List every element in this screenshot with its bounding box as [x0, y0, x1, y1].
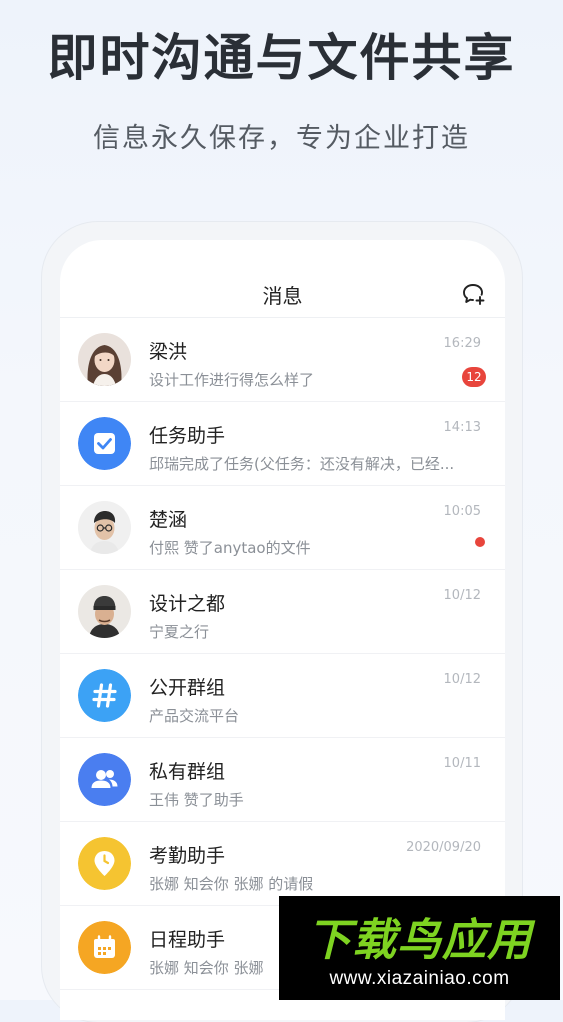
avatar — [78, 333, 131, 386]
watermark-title: 下载鸟应用 — [307, 915, 532, 966]
contact-name: 设计之都 — [149, 593, 226, 615]
group-icon — [78, 753, 131, 806]
message-row[interactable]: 设计之都 宁夏之行 10/12 — [60, 570, 505, 654]
message-preview: 宁夏之行 — [149, 623, 210, 641]
message-row[interactable]: 考勤助手 张娜 知会你 张娜 的请假 2020/09/20 — [60, 822, 505, 906]
message-preview: 张娜 知会你 张娜 的请假 — [149, 875, 314, 893]
contact-name: 考勤助手 — [149, 845, 226, 867]
message-row[interactable]: 任务助手 邱瑞完成了任务(父任务：还没有解决，已经... 14:13 — [60, 402, 505, 486]
hash-icon — [78, 669, 131, 722]
message-time: 10/12 — [443, 672, 481, 687]
new-chat-icon[interactable] — [461, 282, 487, 306]
subline: 信息永久保存，专为企业打造 — [93, 123, 470, 154]
message-time: 10/12 — [443, 588, 481, 603]
message-time: 14:13 — [443, 420, 481, 435]
location-clock-icon — [78, 837, 131, 890]
message-preview: 设计工作进行得怎么样了 — [149, 371, 315, 389]
message-time: 10:05 — [443, 504, 481, 519]
contact-name: 任务助手 — [149, 425, 226, 447]
message-list: 梁洪 设计工作进行得怎么样了 16:29 12 任务助手 邱瑞完成了任务(父任务… — [60, 318, 505, 990]
avatar — [78, 501, 131, 554]
contact-name: 私有群组 — [149, 761, 226, 783]
task-check-icon — [78, 417, 131, 470]
contact-name: 楚涵 — [149, 509, 188, 531]
top-bar: 消息 — [60, 240, 505, 318]
message-time: 2020/09/20 — [406, 840, 481, 855]
message-preview: 邱瑞完成了任务(父任务：还没有解决，已经... — [149, 455, 455, 473]
contact-name: 日程助手 — [149, 929, 226, 951]
contact-name: 公开群组 — [149, 677, 226, 699]
unread-count-badge: 12 — [462, 367, 486, 387]
message-row[interactable]: 私有群组 王伟 赞了助手 10/11 — [60, 738, 505, 822]
message-preview: 王伟 赞了助手 — [149, 791, 244, 809]
unread-dot — [475, 537, 485, 547]
message-time: 10/11 — [443, 756, 481, 771]
message-row[interactable]: 公开群组 产品交流平台 10/12 — [60, 654, 505, 738]
message-time: 16:29 — [443, 336, 481, 351]
contact-name: 梁洪 — [149, 341, 188, 363]
message-preview: 付熙 赞了anytao的文件 — [149, 539, 311, 557]
message-preview: 张娜 知会你 张娜 — [149, 959, 264, 977]
watermark-logo: 下载鸟应用 www.xiazainiao.com — [279, 896, 560, 1000]
page-title: 消息 — [262, 284, 303, 308]
message-preview: 产品交流平台 — [149, 707, 240, 725]
message-row[interactable]: 梁洪 设计工作进行得怎么样了 16:29 12 — [60, 318, 505, 402]
calendar-icon — [78, 921, 131, 974]
avatar — [78, 585, 131, 638]
message-row[interactable]: 楚涵 付熙 赞了anytao的文件 10:05 — [60, 486, 505, 570]
watermark-url: www.xiazainiao.com — [329, 968, 510, 989]
headline: 即时沟通与文件共享 — [47, 29, 516, 87]
